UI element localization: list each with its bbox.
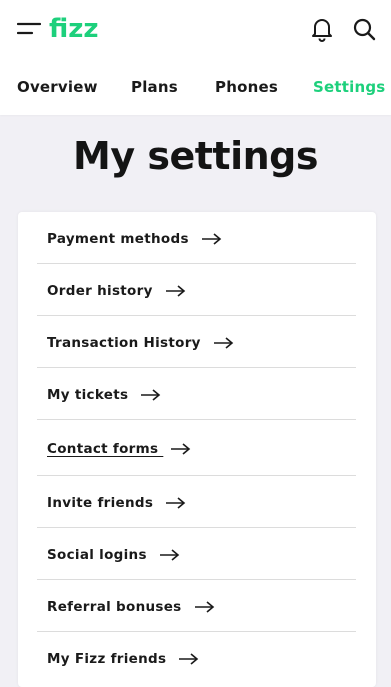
settings-item-label: Contact forms (47, 441, 164, 457)
arrow-right-icon (165, 285, 185, 297)
logo-text: fizz (49, 14, 99, 42)
app-header: fizz (0, 0, 391, 60)
arrow-right-icon (179, 653, 199, 665)
arrow-right-icon (194, 601, 214, 613)
arrow-right-icon (159, 549, 180, 561)
list-item-row: Invite friends (47, 495, 186, 511)
tab-plans[interactable]: Plans (131, 78, 178, 96)
settings-item-contact-forms[interactable]: Contact forms (37, 420, 356, 476)
arrow-right-icon (201, 233, 222, 245)
list-item-row: Referral bonuses (47, 599, 215, 615)
settings-item-my-fizz-friends[interactable]: My Fizz friends (37, 632, 356, 684)
settings-list: Payment methods Order history Transactio… (18, 212, 376, 687)
settings-item-label: Payment methods (47, 231, 189, 247)
search-icon[interactable] (352, 17, 376, 41)
settings-item-label: Order history (47, 283, 153, 299)
fizz-logo[interactable]: fizz (49, 12, 99, 46)
arrow-right-icon (141, 389, 161, 401)
nav-tabs: Overview Plans Phones Settings (0, 60, 391, 115)
list-item-row: Payment methods (47, 231, 222, 247)
settings-item-label: Invite friends (47, 495, 154, 511)
settings-item-label: My Fizz friends (47, 651, 167, 667)
arrow-right-icon (213, 337, 234, 349)
tab-overview[interactable]: Overview (17, 78, 98, 96)
arrow-right-icon (171, 443, 191, 455)
settings-item-order-history[interactable]: Order history (37, 264, 356, 316)
settings-item-my-tickets[interactable]: My tickets (37, 368, 356, 420)
list-item-row: Order history (47, 283, 186, 299)
settings-item-label: Social logins (47, 547, 147, 563)
settings-item-label: Transaction History (47, 335, 201, 351)
settings-item-label: Referral bonuses (47, 599, 182, 615)
list-item-row: My Fizz friends (47, 651, 199, 667)
menu-icon[interactable] (16, 21, 42, 37)
list-item-row: Transaction History (47, 335, 234, 351)
settings-item-payment-methods[interactable]: Payment methods (37, 212, 356, 264)
settings-item-social-logins[interactable]: Social logins (37, 528, 356, 580)
page-title: My settings (73, 134, 318, 178)
settings-item-label: My tickets (47, 387, 129, 403)
arrow-right-icon (166, 497, 186, 509)
settings-item-referral-bonuses[interactable]: Referral bonuses (37, 580, 356, 632)
list-item-row: My tickets (47, 387, 161, 403)
tab-phones[interactable]: Phones (215, 78, 278, 96)
list-item-row: Social logins (47, 547, 180, 563)
list-item-row: Contact forms (47, 441, 191, 457)
tab-settings[interactable]: Settings (313, 78, 385, 96)
settings-item-transaction-history[interactable]: Transaction History (37, 316, 356, 368)
bell-icon[interactable] (310, 16, 334, 42)
settings-item-invite-friends[interactable]: Invite friends (37, 476, 356, 528)
